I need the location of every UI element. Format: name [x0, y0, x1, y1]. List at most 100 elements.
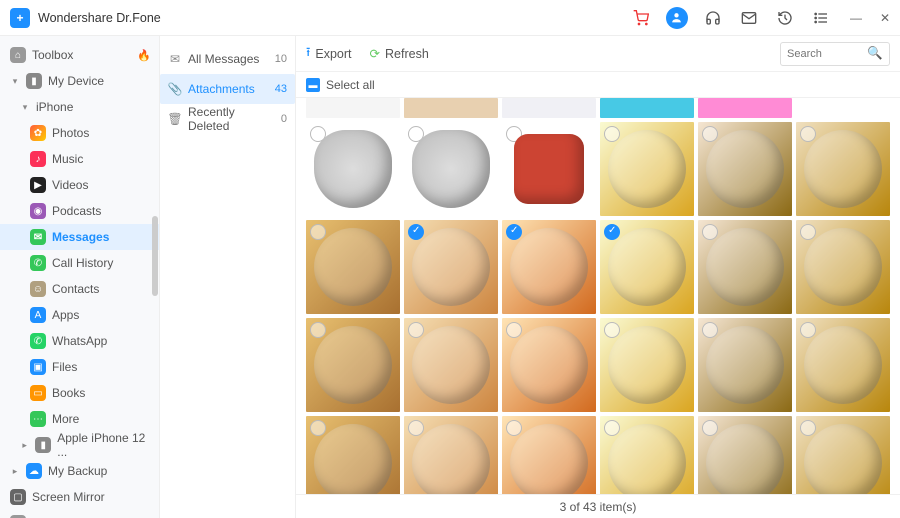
thumbnail[interactable] — [306, 416, 400, 494]
thumbnail[interactable] — [306, 318, 400, 412]
thumbnail-select-circle[interactable] — [408, 420, 424, 436]
thumbnail[interactable] — [600, 416, 694, 494]
category-label: Attachments — [188, 82, 255, 96]
thumbnail-select-circle[interactable] — [310, 224, 326, 240]
thumbnail-select-circle[interactable] — [604, 322, 620, 338]
search-input[interactable] — [787, 48, 863, 60]
thumbnail-peek[interactable] — [796, 98, 890, 118]
collapse-icon[interactable]: ▾ — [10, 76, 20, 87]
thumbnail[interactable] — [502, 220, 596, 314]
sidebar-item-photos[interactable]: ✿Photos — [0, 120, 159, 146]
expand-icon[interactable]: ▸ — [10, 466, 20, 477]
sidebar-item-label: More — [52, 412, 79, 426]
thumbnail-peek[interactable] — [404, 98, 498, 118]
scrollbar[interactable] — [152, 216, 158, 296]
thumbnail[interactable] — [698, 220, 792, 314]
thumbnail[interactable] — [698, 122, 792, 216]
thumbnail-select-circle[interactable] — [506, 224, 522, 240]
category-all-messages[interactable]: ✉All Messages10 — [160, 44, 295, 74]
thumbnail[interactable] — [502, 122, 596, 216]
cart-icon[interactable] — [630, 7, 652, 29]
thumbnail[interactable] — [796, 220, 890, 314]
sidebar-item-screenmirror[interactable]: ▢Screen Mirror — [0, 484, 159, 510]
files-icon: ▣ — [30, 359, 46, 375]
mail-icon[interactable] — [738, 7, 760, 29]
sidebar-item-podcasts[interactable]: ◉Podcasts — [0, 198, 159, 224]
thumbnail-select-circle[interactable] — [310, 322, 326, 338]
thumbnail[interactable] — [698, 318, 792, 412]
thumbnail-select-circle[interactable] — [604, 224, 620, 240]
thumbnail-select-circle[interactable] — [408, 322, 424, 338]
thumbnail-select-circle[interactable] — [310, 420, 326, 436]
thumbnail-select-circle[interactable] — [702, 126, 718, 142]
close-button[interactable]: ✕ — [880, 11, 890, 25]
sidebar-item-videos[interactable]: ▶Videos — [0, 172, 159, 198]
collapse-icon[interactable]: ▾ — [20, 102, 30, 113]
thumbnail[interactable] — [404, 318, 498, 412]
thumbnail-select-circle[interactable] — [702, 420, 718, 436]
list-icon[interactable] — [810, 7, 832, 29]
thumbnail[interactable] — [404, 220, 498, 314]
thumbnail-select-circle[interactable] — [800, 126, 816, 142]
expand-icon[interactable]: ▸ — [20, 440, 29, 451]
thumbnail[interactable] — [404, 416, 498, 494]
sidebar-item-phonecompanion[interactable]: ✆Phone Companion — [0, 510, 159, 518]
history-icon[interactable] — [774, 7, 796, 29]
thumbnail-select-circle[interactable] — [702, 224, 718, 240]
headset-icon[interactable] — [702, 7, 724, 29]
sidebar-item-contacts[interactable]: ☺Contacts — [0, 276, 159, 302]
thumbnail[interactable] — [698, 416, 792, 494]
thumbnail[interactable] — [404, 122, 498, 216]
thumbnail-peek[interactable] — [306, 98, 400, 118]
thumbnail-select-circle[interactable] — [604, 126, 620, 142]
sidebar-item-apps[interactable]: AApps — [0, 302, 159, 328]
sidebar-item-files[interactable]: ▣Files — [0, 354, 159, 380]
sidebar-item-messages[interactable]: ✉Messages — [0, 224, 159, 250]
thumbnail[interactable] — [600, 220, 694, 314]
refresh-icon: ⟳ — [370, 46, 380, 61]
thumbnail[interactable] — [502, 416, 596, 494]
thumbnail-select-circle[interactable] — [800, 224, 816, 240]
thumbnail-select-circle[interactable] — [604, 420, 620, 436]
sidebar-item-iphone[interactable]: ▾ iPhone — [0, 94, 159, 120]
thumbnail-select-circle[interactable] — [506, 420, 522, 436]
search-box[interactable]: 🔍 — [780, 42, 890, 66]
export-button[interactable]: ⭱Export — [306, 43, 352, 64]
minimize-button[interactable]: ― — [850, 11, 862, 25]
sidebar-item-music[interactable]: ♪Music — [0, 146, 159, 172]
thumbnail[interactable] — [796, 416, 890, 494]
thumbnail-select-circle[interactable] — [800, 322, 816, 338]
sidebar-item-books[interactable]: ▭Books — [0, 380, 159, 406]
title-icons — [630, 7, 832, 29]
thumbnail-peek[interactable] — [502, 98, 596, 118]
sidebar-item-callhistory[interactable]: ✆Call History — [0, 250, 159, 276]
thumbnail-peek[interactable] — [698, 98, 792, 118]
thumbnail[interactable] — [600, 318, 694, 412]
sidebar-item-mybackup[interactable]: ▸☁My Backup — [0, 458, 159, 484]
thumbnail[interactable] — [502, 318, 596, 412]
sidebar-item-toolbox[interactable]: ⌂ Toolbox 🔥 — [0, 42, 159, 68]
thumbnail-select-circle[interactable] — [408, 224, 424, 240]
hot-icon: 🔥 — [137, 49, 151, 62]
sidebar-item-iphone12[interactable]: ▸▮Apple iPhone 12 ... — [0, 432, 159, 458]
sidebar-item-whatsapp[interactable]: ✆WhatsApp — [0, 328, 159, 354]
thumbnail-select-circle[interactable] — [702, 322, 718, 338]
thumbnail[interactable] — [796, 122, 890, 216]
sidebar-item-mydevice[interactable]: ▾ ▮ My Device — [0, 68, 159, 94]
thumbnail-select-circle[interactable] — [506, 322, 522, 338]
category-recently-deleted[interactable]: 🗑Recently Deleted0 — [160, 104, 295, 134]
thumbnail[interactable] — [600, 122, 694, 216]
more-icon: ⋯ — [30, 411, 46, 427]
thumbnail-select-circle[interactable] — [800, 420, 816, 436]
sidebar-item-more[interactable]: ⋯ More — [0, 406, 159, 432]
refresh-button[interactable]: ⟳Refresh — [370, 46, 429, 61]
search-icon[interactable]: 🔍 — [867, 46, 883, 61]
thumbnail[interactable] — [306, 220, 400, 314]
thumbnail[interactable] — [306, 122, 400, 216]
category-attachments[interactable]: 📎Attachments43 — [160, 74, 295, 104]
thumbnail-peek[interactable] — [600, 98, 694, 118]
user-icon[interactable] — [666, 7, 688, 29]
thumbnail[interactable] — [796, 318, 890, 412]
sidebar-item-label: Books — [52, 386, 85, 400]
select-all-checkbox[interactable]: ▬ — [306, 78, 320, 92]
